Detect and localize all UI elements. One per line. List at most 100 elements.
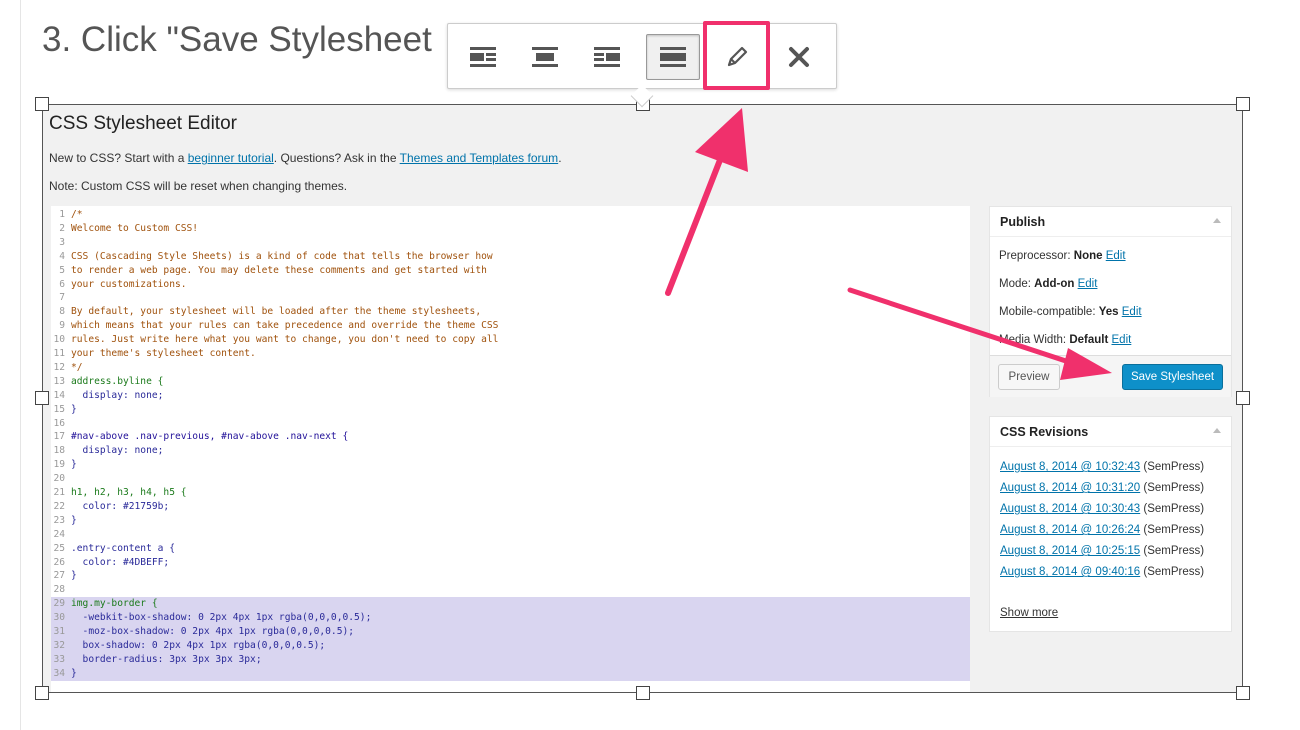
code-line[interactable]: 18 display: none;: [51, 444, 970, 458]
code-line[interactable]: 12 */: [51, 361, 970, 375]
revision-author: (SemPress): [1140, 503, 1205, 515]
resize-handle[interactable]: [636, 686, 650, 700]
code-text: }: [71, 403, 77, 415]
code-text: img.my-border {: [71, 598, 158, 610]
mode-edit-link[interactable]: Edit: [1078, 278, 1098, 290]
code-line[interactable]: 13 address.byline {: [51, 375, 970, 389]
line-number: 8: [59, 306, 65, 318]
code-line[interactable]: 5 to render a web page. You may delete th…: [51, 264, 970, 278]
revision-link[interactable]: August 8, 2014 @ 09:40:16: [1000, 566, 1140, 578]
code-text: CSS (Cascading Style Sheets) is a kind o…: [71, 250, 493, 262]
resize-handle[interactable]: [1236, 391, 1250, 405]
code-line[interactable]: 27}: [51, 569, 970, 583]
code-text: }: [71, 514, 77, 526]
code-line[interactable]: 29 img.my-border {: [51, 597, 970, 612]
line-number: 22: [53, 500, 65, 512]
preprocessor-edit-link[interactable]: Edit: [1106, 250, 1126, 262]
step-heading: 3. Click "Save Stylesheet: [42, 20, 432, 59]
code-line[interactable]: 9 which means that your rules can take pr…: [51, 319, 970, 333]
image-frame[interactable]: CSS Stylesheet Editor New to CSS? Start …: [42, 104, 1243, 693]
code-line[interactable]: 31 -moz-box-shadow: 0 2px 4px 1px rgba(0…: [51, 625, 970, 639]
code-line[interactable]: 14 display: none;: [51, 389, 970, 403]
line-number: 26: [53, 556, 65, 568]
preview-button[interactable]: Preview: [998, 364, 1060, 390]
align-none-button[interactable]: [646, 34, 700, 80]
show-more-link[interactable]: Show more: [1000, 607, 1058, 619]
align-right-button[interactable]: [580, 34, 634, 80]
code-text: display: none;: [71, 389, 164, 401]
code-line[interactable]: 10 rules. Just write here what you want t…: [51, 333, 970, 347]
code-line[interactable]: 8 By default, your stylesheet will be loa…: [51, 305, 970, 319]
publish-box: Publish Preprocessor: None Edit Mode: Ad…: [989, 206, 1232, 397]
code-line[interactable]: 33 border-radius: 3px 3px 3px 3px;: [51, 652, 970, 667]
revision-author: (SemPress): [1140, 524, 1205, 536]
code-text: color: #21759b;: [71, 500, 170, 512]
beginner-tutorial-link[interactable]: beginner tutorial: [188, 151, 274, 165]
revision-link[interactable]: August 8, 2014 @ 10:32:43: [1000, 461, 1140, 473]
code-line[interactable]: 11 your theme's stylesheet content.: [51, 347, 970, 361]
code-line[interactable]: 1 /*: [51, 208, 970, 222]
css-revisions-box: CSS Revisions August 8, 2014 @ 10:32:43 …: [989, 416, 1232, 632]
themes-forum-link[interactable]: Themes and Templates forum: [400, 151, 559, 165]
revision-link[interactable]: August 8, 2014 @ 10:31:20: [1000, 482, 1140, 494]
code-line[interactable]: 16: [51, 417, 970, 431]
revision-link[interactable]: August 8, 2014 @ 10:26:24: [1000, 524, 1140, 536]
code-line[interactable]: 2 Welcome to Custom CSS!: [51, 222, 970, 236]
publish-footer: Preview Save Stylesheet: [990, 355, 1231, 397]
resize-handle[interactable]: [1236, 97, 1250, 111]
code-text: address.byline {: [71, 375, 164, 387]
line-number: 21: [53, 487, 65, 498]
mobile-edit-link[interactable]: Edit: [1122, 306, 1142, 318]
css-code-editor[interactable]: 1/* 2 Welcome to Custom CSS! 3 4 CSS (Cascadi…: [51, 206, 970, 692]
line-number: 7: [59, 292, 65, 304]
code-text: color: #4DBEFF;: [71, 556, 170, 568]
line-number: 20: [53, 473, 65, 485]
revision-link[interactable]: August 8, 2014 @ 10:30:43: [1000, 503, 1140, 515]
line-number: 33: [53, 653, 65, 665]
resize-handle[interactable]: [35, 686, 49, 700]
collapse-arrow-icon[interactable]: [1213, 428, 1221, 433]
resize-handle[interactable]: [35, 391, 49, 405]
left-rule: [20, 0, 21, 730]
code-line[interactable]: 4 CSS (Cascading Style Sheets) is a kind …: [51, 250, 970, 264]
code-line[interactable]: 15}: [51, 403, 970, 417]
preprocessor-label: Preprocessor:: [999, 250, 1074, 262]
code-line[interactable]: 26 color: #4DBEFF;: [51, 556, 970, 570]
code-line[interactable]: 30 -webkit-box-shadow: 0 2px 4px 1px rgb…: [51, 611, 970, 626]
line-number: 34: [53, 667, 65, 679]
remove-x-icon: [789, 47, 809, 67]
code-line[interactable]: 20: [51, 472, 970, 486]
align-center-button[interactable]: [518, 34, 572, 80]
annotation-highlight-box: [703, 21, 770, 90]
align-left-button[interactable]: [456, 34, 510, 80]
code-line[interactable]: 19}: [51, 458, 970, 472]
save-stylesheet-button[interactable]: Save Stylesheet: [1122, 364, 1223, 390]
code-line[interactable]: 17 #nav-above .nav-previous, #nav-above .…: [51, 430, 970, 444]
revision-author: (SemPress): [1140, 482, 1205, 494]
code-line[interactable]: 3: [51, 236, 970, 250]
align-right-icon: [594, 47, 620, 67]
remove-image-button[interactable]: [772, 34, 826, 80]
code-line[interactable]: 21 h1, h2, h3, h4, h5 {: [51, 486, 970, 500]
collapse-arrow-icon[interactable]: [1213, 218, 1221, 223]
line-number: 23: [53, 514, 65, 526]
resize-handle[interactable]: [1236, 686, 1250, 700]
code-line[interactable]: 32 box-shadow: 0 2px 4px 1px rgba(0,0,0,…: [51, 638, 970, 653]
line-number: 4: [59, 250, 65, 262]
code-line[interactable]: 22 color: #21759b;: [51, 500, 970, 514]
code-line[interactable]: 7: [51, 291, 970, 305]
code-line[interactable]: 25 .entry-content a {: [51, 542, 970, 556]
code-line[interactable]: 24: [51, 528, 970, 542]
preprocessor-value: None: [1073, 250, 1103, 262]
code-line[interactable]: 23}: [51, 514, 970, 528]
revision-link[interactable]: August 8, 2014 @ 10:25:15: [1000, 545, 1140, 557]
code-line[interactable]: 34}: [51, 666, 970, 681]
code-text: Welcome to Custom CSS!: [71, 222, 199, 234]
line-number: 1: [59, 209, 65, 220]
code-line[interactable]: 28: [51, 583, 970, 597]
line-number: 24: [53, 528, 65, 540]
code-text: }: [71, 667, 77, 679]
code-line[interactable]: 6 your customizations.: [51, 278, 970, 292]
media-width-edit-link[interactable]: Edit: [1112, 334, 1132, 346]
resize-handle[interactable]: [35, 97, 49, 111]
